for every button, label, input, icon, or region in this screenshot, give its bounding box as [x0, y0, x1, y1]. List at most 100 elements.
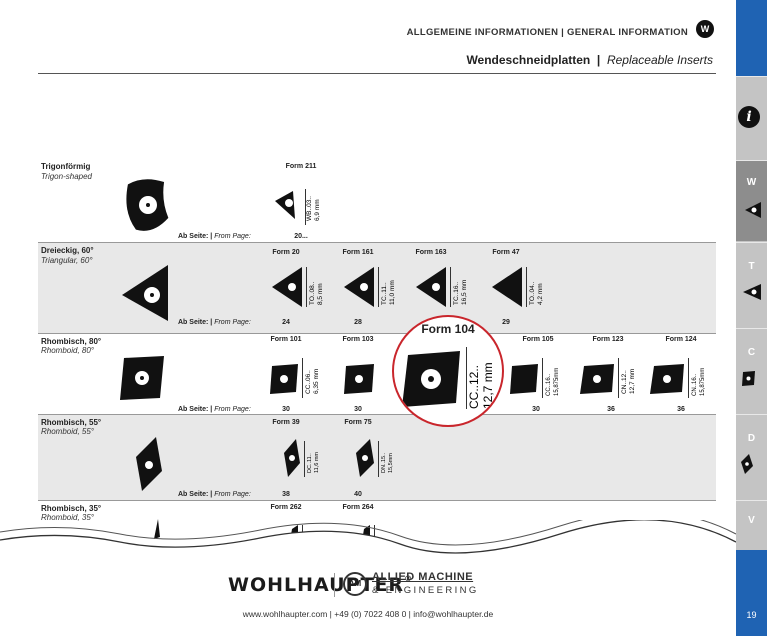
torn-edge [0, 520, 736, 560]
page-ref: 30 [354, 406, 362, 413]
tab-c[interactable]: C [736, 329, 767, 413]
title-en: Replaceable Inserts [606, 53, 713, 67]
tab-v[interactable]: V [736, 501, 767, 550]
row-name: Rhombisch, 35° [41, 504, 102, 513]
svg-text:15,5mm: 15,5mm [388, 453, 394, 473]
page-title: Wendeschneidplatten | Replaceable Insert… [466, 53, 713, 67]
svg-text:15,875mm: 15,875mm [700, 368, 706, 396]
form-title: Form 262 [270, 504, 302, 511]
contact-line: www.wohlhaupter.com | +49 (0) 7022 408 0… [242, 609, 494, 619]
triangle-icon [742, 284, 761, 300]
page-ref: 24 [282, 319, 290, 326]
tab-t[interactable]: T [736, 243, 767, 327]
form-title: Form 211 [285, 163, 317, 170]
row-subtitle: Triangular, 60° [41, 256, 93, 265]
title-sep: | [596, 53, 601, 67]
sidebar-top-block [736, 0, 767, 76]
title-de: Wendeschneidplatten [466, 53, 591, 67]
from-page-label: Ab Seite: | From Page: [178, 406, 251, 413]
row-subtitle: Trigon-shaped [41, 172, 92, 181]
form-title: Form 39 [272, 419, 300, 426]
form-105-insert: CC..16.. 15,875mm [510, 358, 560, 398]
form-title: Form 124 [665, 336, 697, 343]
svg-text:12,7 mm: 12,7 mm [629, 369, 636, 394]
svg-text:TO..08..: TO..08.. [309, 281, 316, 305]
partner-subname: & ENGINEERING [372, 585, 479, 596]
row-name: Trigonförmig [41, 162, 91, 171]
svg-text:CN..16..: CN..16.. [692, 374, 698, 396]
svg-text:11,0 mm: 11,0 mm [389, 280, 396, 305]
form-20-insert: TO..08.. 8,5 mm [272, 267, 324, 307]
form-title: Form 105 [522, 336, 554, 343]
triangle-insert-icon [122, 265, 168, 321]
zoom-callout: Form 104 CC..12.. 12,7 mm [392, 315, 504, 427]
svg-text:CC..06..: CC..06.. [305, 370, 312, 394]
table-row: Rhombisch, 55° Rhomboid, 55° Form 39 For… [38, 415, 716, 500]
svg-text:TC..16..: TC..16.. [453, 282, 460, 305]
brand-badge-icon: W [696, 20, 714, 38]
form-title: Form 123 [592, 336, 624, 343]
page-ref: 38 [282, 491, 290, 498]
form-title: Form 101 [270, 336, 302, 343]
row-name: Rhombisch, 55° [41, 418, 102, 427]
sidebar-bottom-block [736, 550, 767, 636]
rhomboid-80-icon [741, 371, 755, 386]
form-size: 6,9 mm [314, 199, 321, 221]
rhomboid-80-insert-icon [120, 356, 164, 400]
svg-text:DN..15..: DN..15.. [381, 452, 387, 473]
svg-text:CN..12..: CN..12.. [621, 370, 628, 394]
form-title: Form 103 [342, 336, 374, 343]
svg-text:TO..04..: TO..04.. [529, 281, 536, 305]
svg-text:CC..16..: CC..16.. [546, 374, 552, 396]
page-ref: 20... [294, 233, 308, 240]
form-title: Form 163 [415, 249, 447, 256]
page-ref: 30 [282, 406, 290, 413]
page-ref: 28 [354, 319, 362, 326]
form-75-insert: DN..15.. 15,5mm [356, 439, 394, 477]
zoom-size: 12,7 mm [481, 362, 495, 409]
from-page-label: Ab Seite: | From Page: [178, 233, 251, 240]
table-row: Dreieckig, 60° Triangular, 60° Form 20 F… [38, 243, 716, 333]
tab-d[interactable]: D [736, 415, 767, 499]
form-103-insert [344, 364, 374, 394]
rhomboid-55-insert-icon [136, 437, 162, 491]
row-subtitle: Rhomboid, 55° [41, 427, 95, 436]
form-39-insert: DC..11.. 11,6 mm [284, 439, 320, 477]
svg-text:16,5 mm: 16,5 mm [461, 280, 468, 305]
form-title: Form 47 [492, 249, 520, 256]
form-123-insert: CN..12.. 12,7 mm [580, 358, 636, 398]
tab-w[interactable]: W [736, 161, 767, 241]
form-161-insert: TC..11.. 11,0 mm [344, 267, 396, 307]
page-number: 19 [746, 610, 757, 620]
insert-table: Trigonförmig Trigon-shaped Form 211 WB..… [38, 159, 716, 539]
from-page-label: Ab Seite: | From Page: [178, 319, 251, 326]
section-sidebar: i W T C D V 19 [736, 0, 767, 636]
table-row: Rhombisch, 80° Rhomboid, 80° Form 101 Fo… [38, 334, 716, 414]
svg-text:4,2 mm: 4,2 mm [537, 283, 544, 305]
svg-text:11,6 mm: 11,6 mm [314, 452, 320, 473]
page-ref: 40 [354, 491, 362, 498]
partner-name: ALLIED MACHINE [372, 571, 474, 583]
trigon-insert-icon [126, 179, 169, 231]
svg-text:8,5 mm: 8,5 mm [317, 283, 324, 305]
form-124-insert: CN..16.. 15,875mm [650, 358, 706, 398]
svg-text:6,35 mm: 6,35 mm [313, 369, 320, 394]
form-163-insert: TC..16.. 16,5 mm [416, 267, 468, 307]
info-icon[interactable]: i [738, 106, 760, 128]
rhomboid-55-icon [740, 454, 753, 474]
form-211-insert: WB..03.. 6,9 mm [275, 189, 321, 225]
section-heading: ALLGEMEINE INFORMATIONEN | GENERAL INFOR… [406, 27, 688, 38]
allied-machine-logo-icon: AM [343, 572, 367, 596]
form-101-insert: CC..06.. 6,35 mm [270, 358, 320, 398]
form-title: Form 20 [272, 249, 300, 256]
zoom-code: CC..12.. [467, 365, 481, 409]
page-ref: 30 [532, 406, 540, 413]
table-row: Trigonförmig Trigon-shaped Form 211 WB..… [38, 159, 716, 242]
from-page-label: Ab Seite: | From Page: [178, 491, 251, 498]
trigon-icon [744, 202, 761, 218]
form-title: Form 75 [344, 419, 372, 426]
form-47-insert: TO..04.. 4,2 mm [492, 267, 544, 307]
row-subtitle: Rhomboid, 80° [41, 346, 95, 355]
catalog-page: ALLGEMEINE INFORMATIONEN | GENERAL INFOR… [0, 0, 736, 636]
page-ref: 36 [677, 406, 685, 413]
